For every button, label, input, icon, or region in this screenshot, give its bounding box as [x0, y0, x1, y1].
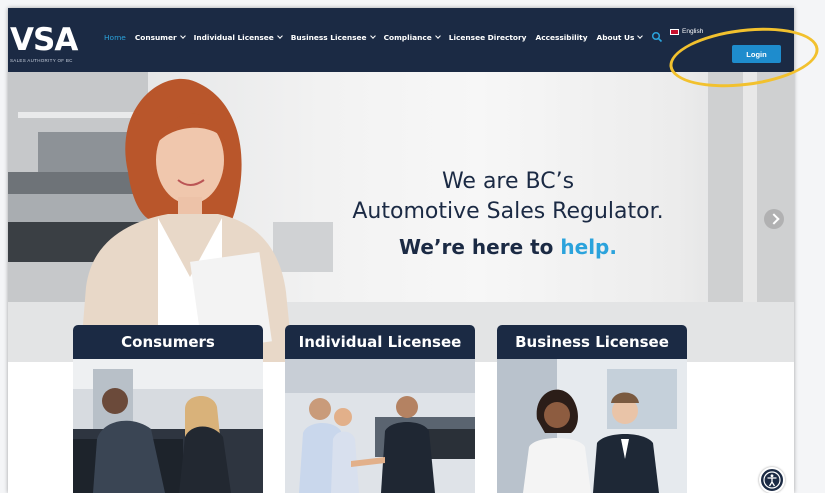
card-business-licensee-title: Business Licensee [497, 325, 687, 359]
language-selector[interactable]: English [670, 28, 703, 35]
logo-mark: VSA [10, 22, 78, 58]
nav-home-label: Home [104, 32, 126, 42]
nav-about-us-label: About Us [596, 32, 635, 42]
nav-business-licensee[interactable]: Business Licensee [290, 32, 376, 42]
site-header: VSA SALES AUTHORITY OF BC Home Consumer … [8, 8, 794, 72]
card-consumers[interactable]: Consumers [73, 325, 263, 493]
hero-line-2: Automotive Sales Regulator. [352, 199, 664, 224]
nav-licensee-directory-label: Licensee Directory [448, 32, 527, 42]
hero-help-word: help. [560, 235, 617, 259]
accessibility-icon[interactable] [759, 467, 785, 493]
card-individual-licensee-title: Individual Licensee [285, 325, 475, 359]
hero-line-3-prefix: We’re here to [399, 235, 561, 259]
login-button[interactable]: Login [732, 45, 781, 63]
nav-accessibility-label: Accessibility [535, 32, 588, 42]
business-licensee-photo [497, 359, 687, 493]
browser-page: VSA SALES AUTHORITY OF BC Home Consumer … [8, 8, 794, 493]
chevron-down-icon [276, 32, 283, 39]
hero-headline: We are BC’s Automotive Sales Regulator. … [308, 167, 708, 265]
individual-licensee-photo [285, 359, 475, 493]
hero-line-1: We are BC’s [441, 169, 575, 194]
carousel-next-icon[interactable] [764, 209, 784, 229]
canada-flag-icon [670, 28, 679, 35]
nav-compliance[interactable]: Compliance [383, 32, 441, 42]
chevron-down-icon [434, 32, 441, 39]
nav-individual-licensee-label: Individual Licensee [193, 32, 274, 42]
chevron-down-icon [179, 32, 186, 39]
nav-accessibility[interactable]: Accessibility [535, 33, 587, 42]
nav-consumer[interactable]: Consumer [134, 32, 186, 42]
language-label: English [682, 28, 704, 35]
card-individual-licensee[interactable]: Individual Licensee [285, 325, 475, 493]
screenshot-frame: VSA SALES AUTHORITY OF BC Home Consumer … [0, 0, 825, 493]
card-business-licensee[interactable]: Business Licensee [497, 325, 687, 493]
chevron-down-icon [637, 32, 644, 39]
logo-tagline: SALES AUTHORITY OF BC [10, 58, 73, 63]
nav-home[interactable]: Home [104, 33, 126, 42]
hero-line-3: We’re here to help. [308, 229, 708, 265]
nav-licensee-directory[interactable]: Licensee Directory [449, 33, 527, 42]
nav-business-licensee-label: Business Licensee [290, 32, 367, 42]
search-icon[interactable] [651, 30, 663, 43]
consumers-photo [73, 359, 263, 493]
card-consumers-title: Consumers [73, 325, 263, 359]
vsa-logo[interactable]: VSA SALES AUTHORITY OF BC [10, 24, 92, 70]
main-nav: Home Consumer Individual Licensee Busine… [104, 30, 651, 44]
nav-consumer-label: Consumer [134, 32, 177, 42]
nav-compliance-label: Compliance [383, 32, 432, 42]
nav-individual-licensee[interactable]: Individual Licensee [193, 32, 283, 42]
nav-about-us[interactable]: About Us [596, 32, 644, 42]
hero-banner: We are BC’s Automotive Sales Regulator. … [8, 72, 794, 362]
chevron-down-icon [369, 32, 376, 39]
